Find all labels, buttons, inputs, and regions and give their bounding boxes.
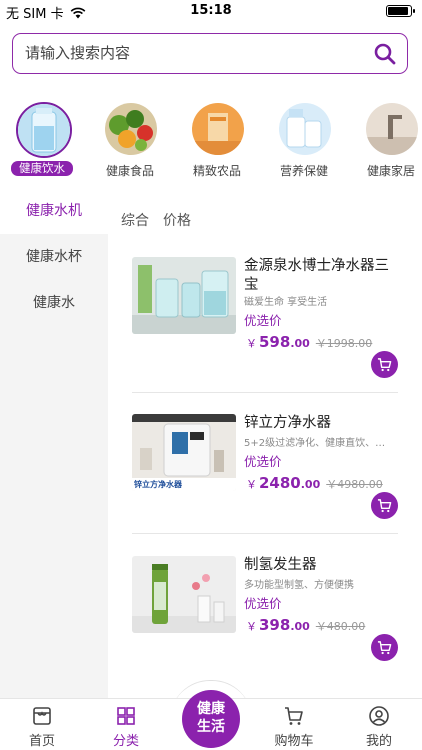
sort-price[interactable]: 价格: [163, 210, 191, 230]
category-label: 健康饮水: [11, 161, 73, 176]
status-time: 15:18: [190, 3, 232, 18]
category-fine-produce[interactable]: 精致农品: [177, 100, 257, 180]
divider: [132, 533, 398, 534]
battery-icon: [386, 5, 415, 17]
cart-icon: [377, 641, 392, 655]
center-button-line2: 生活: [197, 719, 225, 735]
battery-fill: [388, 7, 408, 15]
cart-icon: [285, 707, 303, 725]
user-icon: [369, 706, 389, 726]
status-bar: 无 SIM 卡 15:18: [0, 0, 422, 22]
search-bar[interactable]: [12, 33, 408, 74]
product-price: ￥ 2480.00 ￥4980.00: [246, 474, 383, 492]
category-nutrition[interactable]: 营养保健: [264, 100, 344, 180]
store-icon: [33, 707, 51, 725]
tab-label: 首页: [28, 734, 55, 749]
product-price: ￥ 598.00 ￥1998.00: [246, 333, 372, 351]
product-desc: 多功能型制氢、方便便携: [244, 580, 354, 591]
original-price: ￥480.00: [315, 620, 366, 633]
tab-category[interactable]: 分类: [91, 703, 161, 749]
product-image-caption: 锌立方净水器: [134, 480, 182, 489]
product-desc: 磁爱生命 享受生活: [244, 297, 328, 308]
add-to-cart-button[interactable]: [371, 492, 398, 519]
currency-symbol: ￥: [246, 337, 257, 350]
price-integer: 598: [259, 333, 291, 351]
cart-icon: [377, 358, 392, 372]
tab-cart[interactable]: 购物车: [259, 703, 329, 749]
side-nav: 健康水机 健康水杯 健康水: [0, 188, 108, 698]
search-icon[interactable]: [373, 42, 397, 66]
healthy-life-center-button[interactable]: 健康 生活: [182, 690, 240, 748]
tab-label: 购物车: [274, 734, 314, 749]
price-integer: 398: [259, 616, 291, 634]
category-label: 营养保健: [279, 164, 328, 178]
product-tag: 优选价: [244, 454, 282, 469]
product-tag: 优选价: [244, 313, 282, 328]
product-card[interactable]: 制氢发生器 多功能型制氢、方便便携 优选价 ￥ 398.00 ￥480.00: [132, 556, 400, 686]
product-desc: 5+2级过滤净化、健康直饮、…: [244, 438, 386, 449]
search-input[interactable]: [25, 34, 365, 72]
product-name: 金源泉水博士净水器三宝: [244, 258, 389, 293]
product-tag: 优选价: [244, 596, 282, 611]
add-to-cart-button[interactable]: [371, 634, 398, 661]
product-image: [132, 257, 236, 334]
currency-symbol: ￥: [246, 478, 257, 491]
tab-label: 分类: [112, 734, 139, 749]
product-card[interactable]: 锌立方净水器 锌立方净水器 5+2级过滤净化、健康直饮、… 优选价 ￥ 2480.…: [132, 414, 400, 544]
category-strip: 健康饮水 健康食品 精致农品 营养保健 健康家居: [0, 100, 422, 182]
price-integer: 2480: [259, 474, 301, 492]
product-name: 制氢发生器: [244, 557, 317, 573]
product-image: 锌立方净水器: [132, 414, 236, 491]
center-button-line1: 健康: [197, 701, 225, 717]
category-label: 精致农品: [192, 164, 241, 178]
tab-label: 我的: [365, 734, 392, 749]
sort-bar: 综合 价格: [121, 210, 191, 230]
category-label: 健康食品: [105, 164, 154, 178]
sort-comprehensive[interactable]: 综合: [121, 210, 149, 230]
farm-produce-image: [192, 103, 244, 155]
grid-icon: [117, 707, 135, 725]
side-item-healthy-water[interactable]: 健康水: [0, 280, 108, 326]
product-price: ￥ 398.00 ￥480.00: [246, 616, 365, 634]
currency-symbol: ￥: [246, 620, 257, 633]
tab-home[interactable]: 首页: [7, 703, 77, 749]
side-item-water-machine[interactable]: 健康水机: [0, 188, 108, 234]
side-item-water-cup[interactable]: 健康水杯: [0, 234, 108, 280]
category-healthy-food[interactable]: 健康食品: [90, 100, 170, 180]
add-to-cart-button[interactable]: [371, 351, 398, 378]
product-name: 锌立方净水器: [244, 415, 331, 431]
price-decimal: .00: [290, 620, 310, 633]
tab-mine[interactable]: 我的: [344, 703, 414, 749]
supplements-image: [279, 103, 331, 155]
water-bottle-image: [16, 102, 72, 158]
cart-icon: [377, 499, 392, 513]
product-image: [132, 556, 236, 633]
price-decimal: .00: [290, 337, 310, 350]
original-price: ￥1998.00: [315, 337, 373, 350]
price-decimal: .00: [300, 478, 321, 491]
vegetables-image: [105, 103, 157, 155]
product-card[interactable]: 金源泉水博士净水器三宝 磁爱生命 享受生活 优选价 ￥ 598.00 ￥1998.0…: [132, 257, 400, 387]
faucet-image: [366, 103, 418, 155]
category-healthy-home[interactable]: 健康家居: [351, 100, 422, 180]
category-label: 健康家居: [366, 164, 415, 178]
divider: [132, 392, 398, 393]
category-healthy-water[interactable]: 健康饮水: [2, 100, 82, 180]
original-price: ￥4980.00: [326, 478, 383, 491]
